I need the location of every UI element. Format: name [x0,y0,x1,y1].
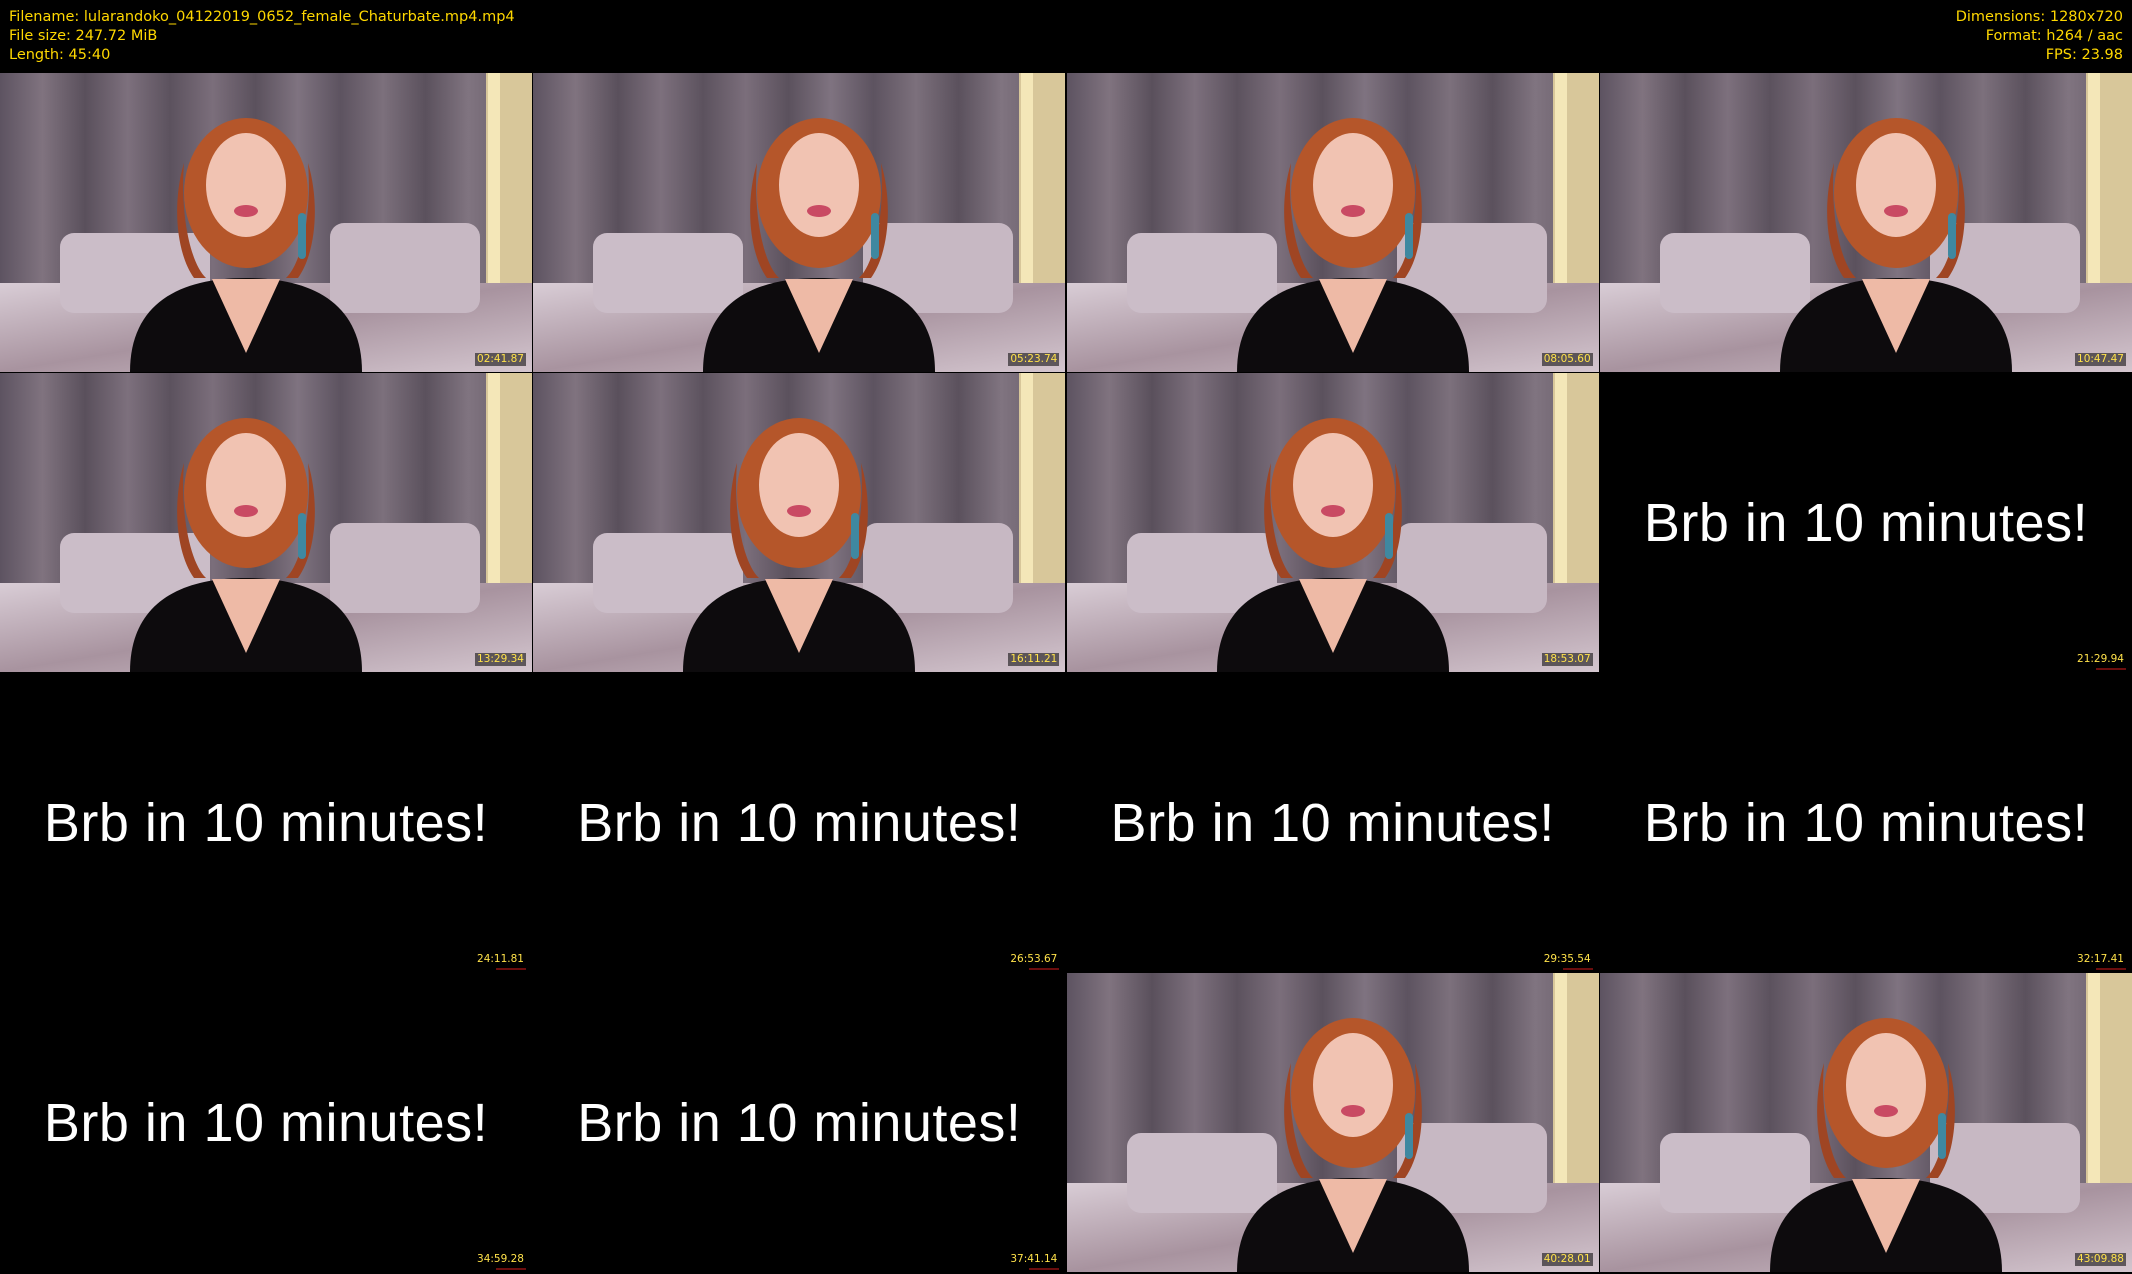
video-frame-thumbnail: Brb in 10 minutes! 24:11.81 [0,673,532,972]
fps-text: FPS: 23.98 [2045,47,2123,63]
video-frame-thumbnail: Brb in 10 minutes! 29:35.54 [1066,673,1599,972]
brb-message: Brb in 10 minutes! [43,792,489,853]
frame-timestamp: 32:17.41 [2075,953,2126,966]
frame-timestamp: 37:41.14 [1008,1253,1060,1266]
video-frame-thumbnail: Brb in 10 minutes! 37:41.14 [533,973,1066,1272]
video-frame-thumbnail: 05:23.74 [533,73,1066,372]
video-frame-thumbnail: Brb in 10 minutes! 21:29.94 [1599,373,2132,672]
webcam-frame-image [1066,373,1599,672]
video-frame-thumbnail: Brb in 10 minutes! 26:53.67 [533,673,1066,972]
frame-edge-mark [496,1268,526,1270]
frame-timestamp: 08:05.60 [1541,353,1593,366]
video-frame-thumbnail: 08:05.60 [1066,73,1599,372]
frame-timestamp: 29:35.54 [1541,953,1593,966]
frame-edge-mark [1562,968,1593,970]
video-frame-thumbnail: 10:47.47 [1599,73,2132,372]
webcam-frame-image [1066,973,1599,1272]
webcam-frame-image [0,73,532,372]
webcam-frame-image [1599,973,2132,1272]
video-frame-thumbnail: 02:41.87 [0,73,532,372]
video-frame-thumbnail: 43:09.88 [1599,973,2132,1272]
thumbnail-grid: 02:41.87 05:23.74 08:05.60 10:47.47 13:2… [0,73,2132,1274]
filename-text: Filename: lularandoko_04122019_0652_fema… [9,9,515,25]
frame-edge-mark [496,968,526,970]
webcam-frame-image [533,73,1066,372]
frame-timestamp: 16:11.21 [1008,653,1060,666]
brb-message: Brb in 10 minutes! [1643,792,2089,853]
frame-timestamp: 26:53.67 [1008,953,1060,966]
video-frame-thumbnail: 18:53.07 [1066,373,1599,672]
brb-message: Brb in 10 minutes! [1110,792,1555,853]
video-frame-thumbnail: Brb in 10 minutes! 34:59.28 [0,973,532,1272]
frame-timestamp: 13:29.34 [475,653,526,666]
webcam-frame-image [0,373,532,672]
webcam-frame-image [1599,73,2132,372]
video-info: Dimensions: 1280x720 Format: h264 / aac … [1956,8,2123,65]
frame-edge-mark [1029,968,1060,970]
frame-timestamp: 10:47.47 [2075,353,2126,366]
format-text: Format: h264 / aac [1985,28,2123,44]
video-frame-thumbnail: 16:11.21 [533,373,1066,672]
video-frame-thumbnail: 13:29.34 [0,373,532,672]
frame-timestamp: 34:59.28 [475,1253,526,1266]
frame-edge-mark [2095,668,2126,670]
length-text: Length: 45:40 [9,47,111,63]
frame-timestamp: 43:09.88 [2075,1253,2126,1266]
frame-timestamp: 18:53.07 [1541,653,1593,666]
brb-message: Brb in 10 minutes! [577,1092,1022,1153]
filesize-text: File size: 247.72 MiB [9,28,158,44]
dimensions-text: Dimensions: 1280x720 [1955,9,2123,25]
frame-timestamp: 21:29.94 [2075,653,2126,666]
webcam-frame-image [533,373,1066,672]
brb-message: Brb in 10 minutes! [1643,492,2089,553]
video-frame-thumbnail: Brb in 10 minutes! 32:17.41 [1599,673,2132,972]
brb-message: Brb in 10 minutes! [577,792,1022,853]
video-frame-thumbnail: 40:28.01 [1066,973,1599,1272]
frame-edge-mark [1029,1268,1060,1270]
frame-timestamp: 40:28.01 [1541,1253,1593,1266]
frame-timestamp: 02:41.87 [475,353,526,366]
frame-edge-mark [2095,968,2126,970]
webcam-frame-image [1066,73,1599,372]
metadata-header: Filename: lularandoko_04122019_0652_fema… [0,0,2132,72]
brb-message: Brb in 10 minutes! [43,1092,489,1153]
frame-timestamp: 05:23.74 [1008,353,1060,366]
frame-timestamp: 24:11.81 [475,953,526,966]
file-info: Filename: lularandoko_04122019_0652_fema… [9,8,515,65]
